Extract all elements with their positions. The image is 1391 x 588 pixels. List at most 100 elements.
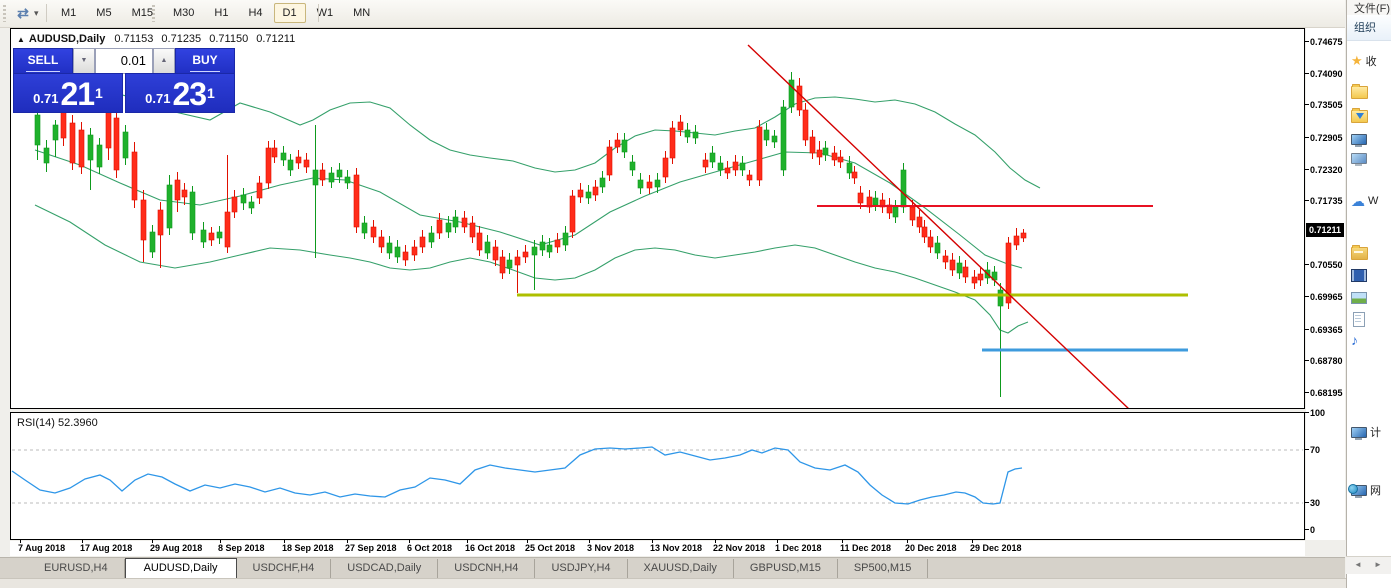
rsi-label: RSI(14) 52.3960	[17, 417, 98, 429]
date-axis-label: 29 Dec 2018	[970, 543, 1022, 553]
cloud-icon: ☁	[1351, 194, 1365, 209]
library-icon	[1351, 247, 1368, 260]
price-axis-label: 0.70550	[1310, 260, 1343, 270]
sell-price-sup: 1	[95, 74, 103, 112]
price-axis-label: 0.74090	[1310, 69, 1343, 79]
price-axis-label: 0.71735	[1310, 196, 1343, 206]
buy-price-display[interactable]: 0.71 23 1	[125, 73, 235, 113]
network-icon	[1351, 485, 1367, 496]
explorer-item[interactable]	[1351, 289, 1367, 307]
date-axis[interactable]: 7 Aug 201817 Aug 201829 Aug 20188 Sep 20…	[10, 541, 1305, 556]
timeframe-button-m1[interactable]: M1	[52, 3, 85, 23]
explorer-item-label: 收	[1366, 53, 1377, 69]
lot-increase-button[interactable]: ▲	[153, 48, 175, 74]
timeframe-button-h1[interactable]: H1	[205, 3, 237, 23]
desktop-icon	[1351, 134, 1367, 145]
date-axis-label: 20 Dec 2018	[905, 543, 957, 553]
buy-button[interactable]: BUY	[175, 48, 235, 74]
explorer-item[interactable]: ★收	[1351, 52, 1377, 70]
date-axis-label: 18 Sep 2018	[282, 543, 334, 553]
main-chart-area[interactable]: ▲AUDUSD,Daily 0.71153 0.71235 0.71150 0.…	[10, 28, 1305, 409]
date-axis-label: 7 Aug 2018	[18, 543, 65, 553]
explorer-hscrollbar[interactable]: ◄ ►	[1346, 556, 1391, 574]
explorer-item[interactable]: ♪	[1351, 331, 1358, 349]
pictures-icon	[1351, 292, 1367, 304]
timeframe-button-m5[interactable]: M5	[87, 3, 120, 23]
chart-tab-eurusd[interactable]: EURUSD,H4	[28, 559, 125, 578]
date-axis-label: 8 Sep 2018	[218, 543, 265, 553]
chart-tab-audusd[interactable]: AUDUSD,Daily	[125, 558, 237, 579]
chart-tab-usdchf[interactable]: USDCHF,H4	[237, 559, 332, 578]
explorer-item[interactable]	[1351, 243, 1368, 261]
chart-tab-gbpusd[interactable]: GBPUSD,M15	[734, 559, 838, 578]
toolbar-grip[interactable]	[3, 5, 6, 22]
timeframe-button-mn[interactable]: MN	[344, 3, 379, 23]
chart-tab-bar: EURUSD,H4AUDUSD,DailyUSDCHF,H4USDCAD,Dai…	[0, 557, 1345, 578]
current-price-badge: 0.71211	[1306, 223, 1344, 237]
explorer-item[interactable]	[1351, 266, 1367, 284]
price-axis[interactable]: 0.74675 0.74090 0.73505 0.72905 0.72320 0.717…	[1306, 28, 1345, 540]
chart-tab-usdcad[interactable]: USDCAD,Daily	[331, 559, 438, 578]
price-axis-label: 0.72905	[1310, 133, 1343, 143]
videos-icon	[1351, 269, 1367, 282]
rsi-chart[interactable]	[11, 413, 1304, 539]
chevron-down-icon[interactable]: ▾	[34, 8, 39, 19]
sell-price-big: 21	[60, 79, 94, 109]
chart-tab-usdcnh[interactable]: USDCNH,H4	[438, 559, 535, 578]
date-axis-label: 29 Aug 2018	[150, 543, 202, 553]
price-axis-label: 0.68780	[1310, 356, 1343, 366]
date-axis-label: 22 Nov 2018	[713, 543, 765, 553]
sell-price-display[interactable]: 0.71 21 1	[13, 73, 123, 113]
explorer-item-label: 网	[1370, 482, 1381, 498]
scroll-right-icon[interactable]: ►	[1374, 560, 1382, 569]
explorer-item[interactable]	[1351, 310, 1365, 328]
explorer-item[interactable]: 网	[1351, 481, 1381, 499]
timeframe-button-m30[interactable]: M30	[164, 3, 203, 23]
explorer-organize-button[interactable]: 组织	[1347, 15, 1391, 41]
lot-decrease-button[interactable]: ▼	[73, 48, 95, 74]
price-axis-label: 0.73505	[1310, 100, 1343, 110]
date-axis-label: 11 Dec 2018	[840, 543, 891, 553]
ohlc-open: 0.71153	[114, 33, 153, 45]
rsi-indicator-panel[interactable]: RSI(14) 52.3960	[10, 412, 1305, 540]
scroll-left-icon[interactable]: ◄	[1354, 560, 1362, 569]
explorer-item[interactable]	[1351, 82, 1368, 100]
lot-size-input[interactable]: 0.01	[95, 48, 153, 74]
timeframe-group: M1M5M15M30H1H4D1W1MN	[52, 3, 379, 23]
price-axis-label: 0.74675	[1310, 37, 1343, 47]
one-click-trading-panel: SELL ▼ 0.01 ▲ BUY 0.71 21 1 0.71 23 1	[13, 48, 235, 114]
chart-tab-xauusd[interactable]: XAUUSD,Daily	[628, 559, 734, 578]
chart-tab-usdjpy[interactable]: USDJPY,H4	[535, 559, 627, 578]
sell-price-small: 0.71	[33, 89, 58, 109]
timeframe-button-w1[interactable]: W1	[308, 3, 343, 23]
documents-icon	[1353, 312, 1365, 327]
descending-trendline[interactable]	[748, 45, 1130, 408]
date-axis-label: 27 Sep 2018	[345, 543, 397, 553]
price-axis-label: 0.68195	[1310, 388, 1343, 398]
ohlc-low: 0.71150	[209, 33, 248, 45]
timeframe-button-d1[interactable]: D1	[274, 3, 306, 23]
toolbar: ⇄ ▾ M1M5M15M30H1H4D1W1MN	[0, 0, 1345, 28]
sell-button[interactable]: SELL	[13, 48, 73, 74]
chart-tab-sp500[interactable]: SP500,M15	[838, 559, 928, 578]
explorer-item[interactable]	[1351, 106, 1368, 124]
date-axis-label: 1 Dec 2018	[775, 543, 822, 553]
explorer-item-label: 计	[1370, 424, 1381, 440]
explorer-file-menu[interactable]: 文件(F)	[1347, 0, 1391, 15]
price-axis-label: 0.72320	[1310, 165, 1343, 175]
new-order-icon[interactable]: ⇄	[14, 4, 32, 22]
candles-layer	[35, 72, 1026, 397]
explorer-item[interactable]: ☁W	[1351, 192, 1378, 210]
collapse-icon[interactable]: ▲	[17, 35, 25, 44]
timeframe-button-m15[interactable]: M15	[123, 3, 162, 23]
status-strip	[0, 578, 1391, 588]
recent-places-icon	[1351, 153, 1367, 164]
download-folder-icon	[1351, 110, 1368, 123]
date-axis-label: 3 Nov 2018	[587, 543, 634, 553]
explorer-item[interactable]	[1351, 130, 1367, 148]
explorer-item[interactable]	[1351, 149, 1367, 167]
symbol-title: AUDUSD,Daily	[29, 33, 105, 45]
explorer-item[interactable]: 计	[1351, 423, 1381, 441]
timeframe-button-h4[interactable]: H4	[239, 3, 271, 23]
date-axis-label: 25 Oct 2018	[525, 543, 575, 553]
